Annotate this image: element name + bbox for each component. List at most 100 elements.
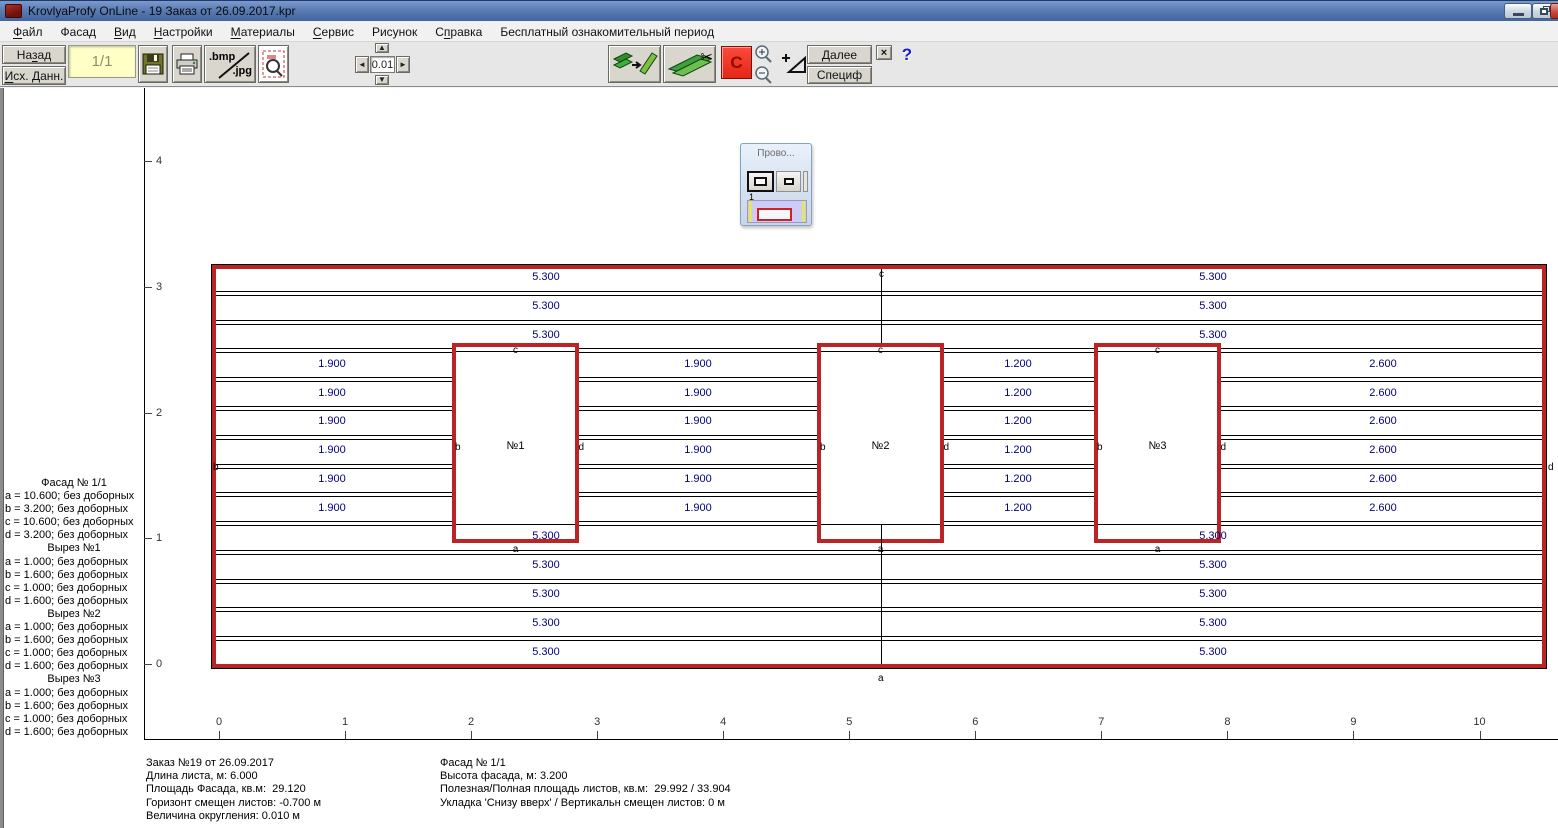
cutout-bottom-edge-line [456, 524, 575, 525]
cutout-name: №3 [1148, 440, 1167, 452]
print-button[interactable] [172, 45, 202, 83]
arrow-left-icon: ◄ [358, 59, 366, 69]
title-bar[interactable]: KrovlyaProfy OnLine - 19 Заказ от 26.09.… [0, 0, 1558, 21]
facade-edge-label-left: b [213, 462, 219, 473]
x-axis-label: 0 [215, 716, 223, 728]
next-button[interactable]: Далее [807, 45, 872, 64]
minimize-icon [1513, 13, 1524, 16]
sheet-length-label: 2.600 [1369, 472, 1397, 485]
app-icon [5, 4, 22, 18]
sheet-row-separator [213, 290, 1545, 296]
page-indicator-field[interactable]: 1/1 [68, 45, 136, 78]
step-left-button[interactable]: ◄ [355, 56, 369, 73]
step-up-button[interactable]: ▲ [375, 43, 389, 53]
sheet-length-label: 5.300 [1199, 300, 1227, 313]
y-axis-tick [144, 286, 152, 288]
sheet-length-label: 2.600 [1369, 415, 1397, 428]
step-value-field[interactable]: 0.01 [370, 56, 395, 73]
source-data-button[interactable]: Исх. Данн. [2, 66, 66, 85]
step-value: 0.01 [371, 58, 394, 71]
menu-item-7[interactable]: Рисунок [363, 24, 426, 40]
save-button[interactable] [138, 45, 168, 83]
y-axis-label: 2 [156, 406, 163, 419]
status-line: Фасад № 1/1 [440, 757, 506, 769]
shape-option-3-button[interactable] [803, 171, 808, 192]
close-button[interactable] [1550, 3, 1558, 19]
step-down-button[interactable]: ▼ [375, 75, 389, 85]
menu-item-9[interactable]: Бесплатный ознакомительный период [491, 24, 723, 40]
help-button[interactable]: ? [898, 45, 916, 65]
sheet-length-label: 5.300 [532, 588, 560, 601]
status-line: Заказ №19 от 26.09.2017 [146, 757, 275, 769]
page-indicator-value: 1/1 [91, 53, 113, 70]
preview-magnifier-icon [262, 50, 285, 78]
add-shape-button[interactable] [776, 46, 808, 79]
zoom-in-button[interactable] [753, 44, 775, 65]
sheet-length-label: 5.300 [1199, 559, 1227, 572]
cutout-preview-icon [757, 208, 792, 221]
y-axis-tick [144, 538, 152, 540]
sheet-length-label: 2.600 [1369, 444, 1397, 457]
x-axis-label: 10 [1473, 716, 1486, 728]
sheet-length-label: 1.900 [318, 357, 346, 370]
sheet-length-label: 1.900 [684, 501, 712, 514]
status-block-right: Фасад № 1/1 Высота фасада, м: 3.200 Полезн… [440, 757, 860, 810]
x-axis-label: 6 [972, 716, 979, 728]
window-title: KrovlyaProfy OnLine - 19 Заказ от 26.09.… [28, 4, 296, 18]
y-axis-label: 4 [156, 155, 163, 168]
cutout-name: №2 [871, 440, 890, 452]
sheet-length-label: 1.200 [1004, 386, 1032, 399]
color-c-button[interactable]: C [721, 46, 752, 79]
sheets-arrow-icon [612, 52, 658, 75]
sheet-length-label: 5.300 [1199, 645, 1227, 658]
plus-triangle-icon [782, 53, 806, 73]
menu-item-5[interactable]: Материалы [222, 24, 304, 40]
sheet-length-label: 1.200 [1004, 472, 1032, 485]
x-axis-label: 4 [720, 716, 727, 728]
scissors-icon: ✂ [700, 49, 713, 66]
application-window: KrovlyaProfy OnLine - 19 Заказ от 26.09.… [0, 0, 1558, 828]
menu-item-4[interactable]: Настройки [145, 24, 222, 40]
cutout-3: c b d a №3 [1094, 343, 1226, 555]
x-axis-tick [345, 731, 347, 739]
shape-palette[interactable]: Прово... 1 [740, 143, 812, 226]
menu-item-6[interactable]: Сервис [304, 24, 363, 40]
sheet-length-label: 5.300 [1199, 616, 1227, 629]
spec-button-label: Специф [816, 68, 863, 82]
sheet-row-separator [213, 636, 1545, 642]
sheet-length-label: 1.900 [318, 501, 346, 514]
x-axis-tick [1479, 731, 1481, 739]
minimize-button[interactable] [1504, 3, 1532, 19]
menu-item-1[interactable]: Файл [4, 24, 52, 40]
step-right-button[interactable]: ► [396, 56, 410, 73]
sheet-seam-line [881, 524, 882, 668]
x-axis-tick [723, 731, 725, 739]
zoom-out-button[interactable] [753, 65, 775, 86]
arrow-right-icon: ► [399, 59, 407, 69]
x-axis-label: 9 [1350, 716, 1357, 728]
sheet-cut-button[interactable]: ✂ [663, 45, 716, 83]
sheet-row-separator [213, 319, 1545, 325]
shape-option-2-button[interactable] [776, 171, 801, 192]
back-button[interactable]: Назад [2, 45, 66, 64]
spec-button[interactable]: Специф [807, 66, 872, 84]
sheet-length-label: 5.300 [532, 300, 560, 313]
sheet-length-label: 2.600 [1369, 357, 1397, 370]
shape-option-1-button[interactable] [747, 171, 774, 192]
sheet-layout-button[interactable] [608, 45, 661, 83]
source-data-button-label: Исх. Данн. [4, 68, 64, 83]
sheet-row-separator [213, 607, 1545, 613]
sheet-length-label: 1.200 [1004, 357, 1032, 370]
menu-item-8[interactable]: Справка [426, 24, 491, 40]
export-bmp-jpg-button[interactable]: .bmp .jpg [204, 45, 256, 83]
menu-item-2[interactable]: Фасад [52, 24, 105, 40]
next-button-label: Далее [821, 47, 858, 62]
x-axis-tick [1101, 731, 1103, 739]
menu-item-3[interactable]: Вид [105, 24, 145, 40]
sheet-length-label: 1.200 [1004, 501, 1032, 514]
help-icon: ? [901, 45, 913, 64]
cutout-edge-label-top: c [1155, 345, 1160, 356]
close-panel-button[interactable]: × [876, 45, 892, 60]
print-preview-button[interactable] [258, 45, 289, 83]
zoom-out-icon [755, 66, 772, 84]
